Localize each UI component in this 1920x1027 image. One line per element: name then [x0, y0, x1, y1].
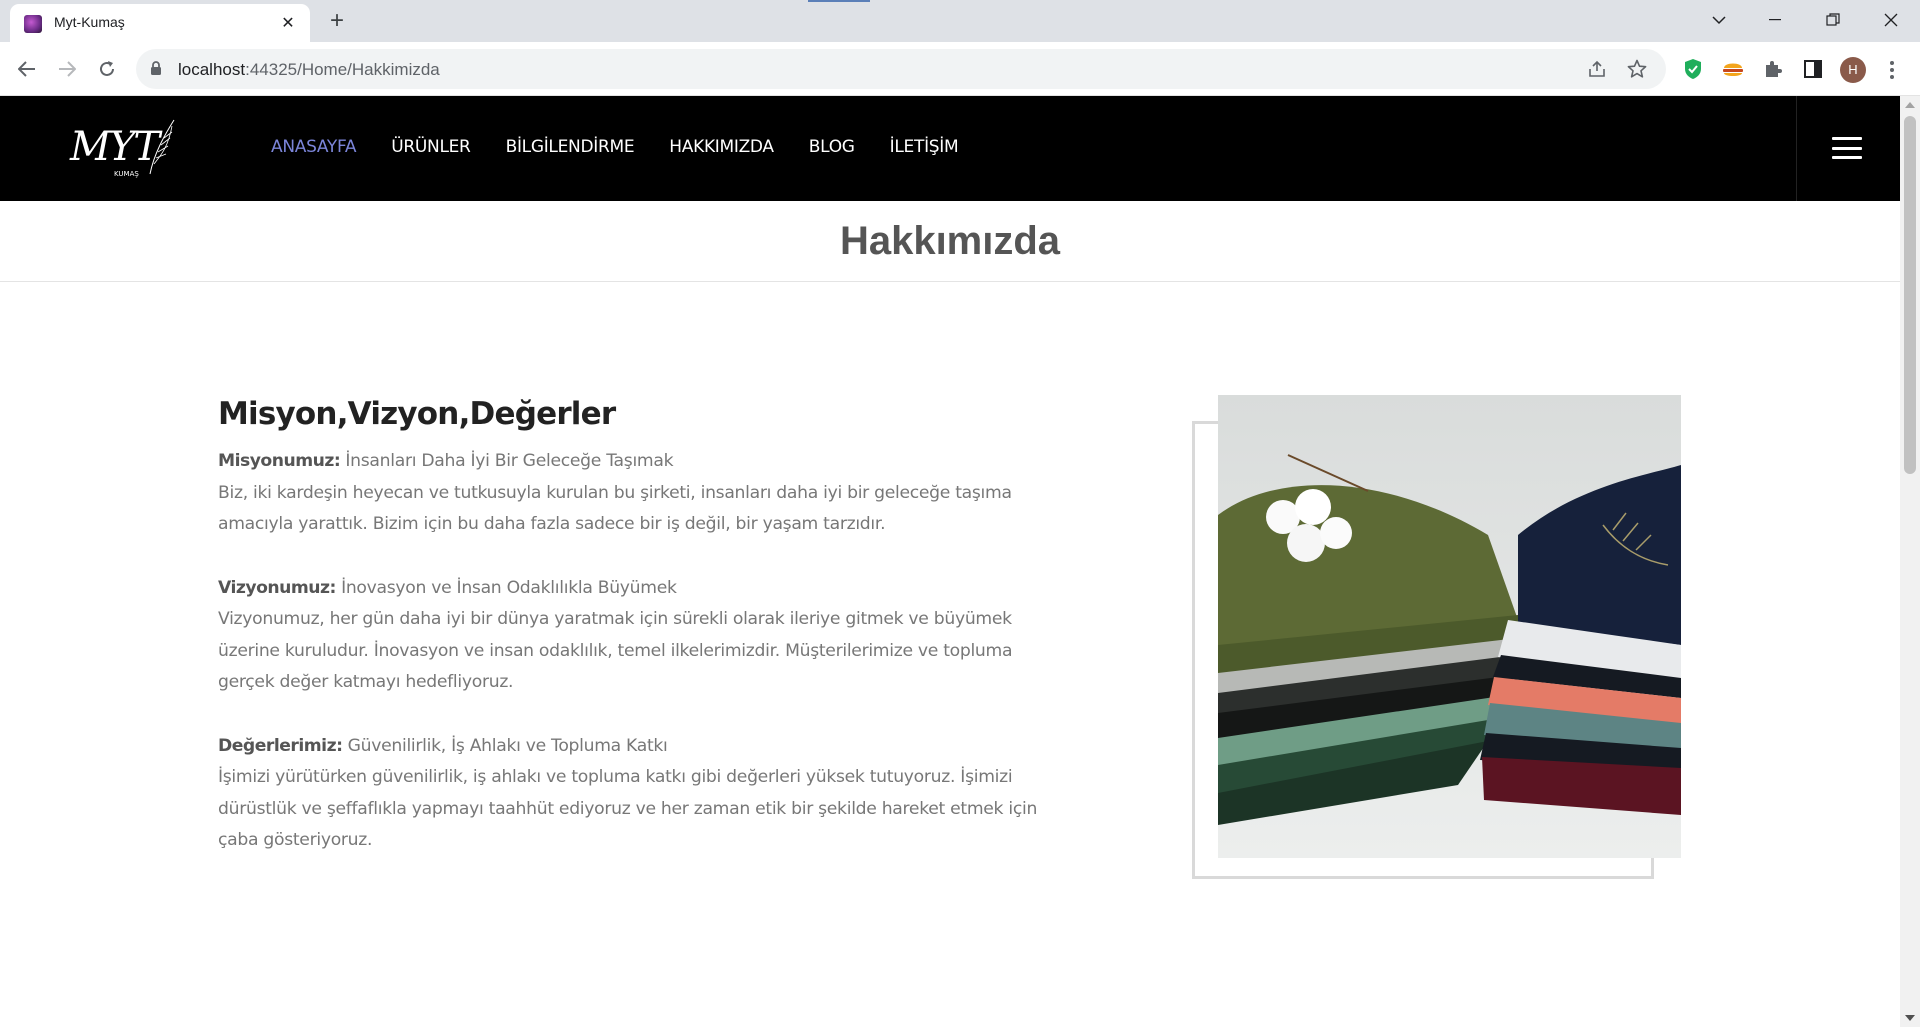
values-label: Değerlerimiz:	[218, 735, 343, 756]
tab-search-chevron-icon[interactable]	[1696, 4, 1742, 36]
mission-label: Misyonumuz:	[218, 451, 341, 471]
close-window-icon[interactable]	[1868, 4, 1914, 36]
page-title: Hakkımızda	[839, 219, 1061, 263]
page-title-bar: Hakkımızda	[0, 201, 1900, 282]
new-tab-button[interactable]: +	[323, 8, 351, 36]
values-block: Değerlerimiz: Güvenilirlik, İş Ahlakı ve…	[218, 731, 1068, 857]
minimize-window-icon[interactable]	[1752, 4, 1798, 36]
bookmark-star-icon[interactable]	[1626, 58, 1648, 80]
site-logo[interactable]: MYT KUMAŞ	[68, 114, 178, 180]
about-section: Misyon,Vizyon,Değerler Misyonumuz: İnsan…	[218, 396, 1068, 889]
share-icon[interactable]	[1586, 58, 1608, 80]
nav-link-hakkimizda[interactable]: HAKKIMIZDA	[669, 137, 774, 157]
scroll-up-arrow-icon[interactable]	[1905, 102, 1915, 108]
fabric-stack-photo	[1218, 395, 1681, 858]
tab-strip-accent	[808, 0, 870, 2]
header-divider	[1796, 96, 1797, 201]
browser-menu-icon[interactable]	[1882, 57, 1902, 83]
reload-icon[interactable]	[91, 53, 123, 85]
extensions-puzzle-icon[interactable]	[1759, 55, 1787, 83]
nav-link-blog[interactable]: BLOG	[809, 137, 855, 157]
mission-text: Biz, iki kardeşin heyecan ve tutkusuyla …	[218, 482, 1012, 535]
svg-text:KUMAŞ: KUMAŞ	[114, 170, 139, 178]
browser-tab-strip: Myt-Kumaş ✕ +	[0, 0, 1920, 42]
tab-close-icon[interactable]: ✕	[278, 13, 298, 33]
nav-link-iletisim[interactable]: İLETİŞİM	[890, 137, 959, 157]
site-favicon-icon	[24, 15, 42, 33]
shield-extension-icon[interactable]	[1679, 55, 1707, 83]
page-scrollbar[interactable]	[1900, 96, 1920, 1027]
lock-icon	[151, 61, 161, 75]
url-text: localhost:44325/Home/Hakkimizda	[178, 60, 440, 79]
site-header: MYT KUMAŞ ANASAYFA ÜRÜNLER BİLGİLENDİRME…	[0, 96, 1900, 201]
values-title: Güvenilirlik, İş Ahlakı ve Topluma Katkı	[342, 735, 668, 756]
mission-block: Misyonumuz: İnsanları Daha İyi Bir Gelec…	[218, 446, 1068, 541]
tab-title: Myt-Kumaş	[54, 14, 125, 30]
nav-link-anasayfa[interactable]: ANASAYFA	[271, 137, 357, 157]
values-text: İşimizi yürütürken güvenilirlik, iş ahla…	[218, 767, 1038, 850]
nav-link-bilgilendirme[interactable]: BİLGİLENDİRME	[506, 137, 635, 157]
address-bar[interactable]: localhost:44325/Home/Hakkimizda	[136, 49, 1666, 89]
profile-avatar[interactable]: H	[1840, 57, 1866, 83]
scroll-down-arrow-icon[interactable]	[1905, 1015, 1915, 1021]
browser-toolbar: localhost:44325/Home/Hakkimizda H	[0, 42, 1920, 96]
vision-title: İnovasyon ve İnsan Odaklılıkla Büyümek	[335, 577, 677, 598]
nav-link-urunler[interactable]: ÜRÜNLER	[391, 137, 471, 157]
hamburger-menu-icon[interactable]	[1832, 135, 1864, 161]
main-navigation: ANASAYFA ÜRÜNLER BİLGİLENDİRME HAKKIMIZD…	[271, 137, 959, 157]
forward-arrow-icon[interactable]	[51, 53, 83, 85]
svg-text:MYT: MYT	[69, 124, 163, 170]
about-heading: Misyon,Vizyon,Değerler	[218, 396, 616, 432]
restore-window-icon[interactable]	[1810, 4, 1856, 36]
vision-block: Vizyonumuz: İnovasyon ve İnsan Odaklılık…	[218, 573, 1068, 699]
burger-extension-icon[interactable]	[1719, 55, 1747, 83]
side-panel-icon[interactable]	[1799, 55, 1827, 83]
vision-text: Vizyonumuz, her gün daha iyi bir dünya y…	[218, 609, 1013, 692]
page-viewport: MYT KUMAŞ ANASAYFA ÜRÜNLER BİLGİLENDİRME…	[0, 96, 1900, 1027]
mission-title: İnsanları Daha İyi Bir Geleceğe Taşımak	[340, 451, 674, 471]
scrollbar-thumb[interactable]	[1904, 116, 1916, 474]
back-arrow-icon[interactable]	[11, 53, 43, 85]
browser-tab-active[interactable]: Myt-Kumaş ✕	[10, 4, 310, 42]
vision-label: Vizyonumuz:	[218, 577, 336, 598]
